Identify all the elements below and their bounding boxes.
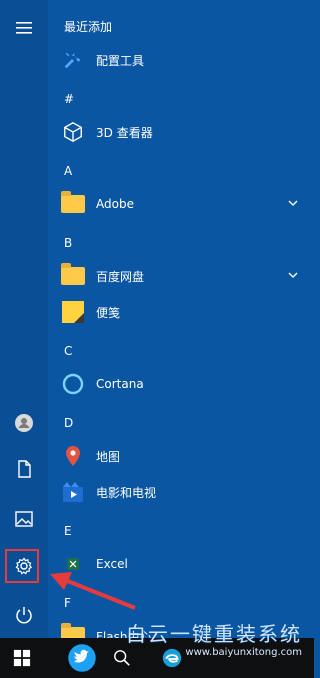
film-icon bbox=[60, 479, 86, 505]
hamburger-icon[interactable] bbox=[4, 10, 44, 46]
wrench-screwdriver-icon bbox=[60, 47, 86, 73]
app-label: 百度网盘 bbox=[96, 269, 145, 284]
app-label: Cortana bbox=[96, 377, 144, 391]
section-c: C bbox=[64, 344, 73, 358]
app-sticky-notes[interactable]: 便笺 bbox=[60, 295, 306, 329]
app-list: 最近添加 配置工具 # 3D 查看器 A Adobe B 百度网盘 便笺 C C… bbox=[48, 0, 314, 678]
app-label: 便笺 bbox=[96, 305, 121, 320]
section-f: F bbox=[64, 596, 71, 610]
app-movies-tv[interactable]: 电影和电视 bbox=[60, 475, 306, 509]
section-hash: # bbox=[64, 92, 75, 106]
excel-icon bbox=[60, 551, 86, 577]
windows-start-icon[interactable] bbox=[0, 638, 44, 678]
section-e: E bbox=[64, 524, 72, 538]
section-a: A bbox=[64, 164, 73, 178]
twitter-icon[interactable] bbox=[60, 638, 104, 678]
section-d: D bbox=[64, 416, 74, 430]
sticky-note-icon bbox=[60, 299, 86, 325]
app-label: 地图 bbox=[96, 449, 121, 464]
app-label: 电影和电视 bbox=[96, 485, 157, 500]
app-label: Adobe bbox=[96, 197, 134, 211]
cube-icon bbox=[60, 119, 86, 145]
section-b: B bbox=[64, 236, 73, 250]
app-adobe-folder[interactable]: Adobe bbox=[60, 187, 306, 221]
folder-icon bbox=[60, 263, 86, 289]
app-cortana[interactable]: Cortana bbox=[60, 367, 306, 401]
pictures-icon[interactable] bbox=[4, 501, 44, 537]
watermark-text: 白云一键重装系统 bbox=[126, 622, 302, 646]
document-icon[interactable] bbox=[4, 451, 44, 487]
cortana-ring-icon bbox=[60, 371, 86, 397]
left-rail bbox=[0, 0, 48, 678]
app-maps[interactable]: 地图 bbox=[60, 439, 306, 473]
app-baidu-folder[interactable]: 百度网盘 bbox=[60, 259, 306, 293]
chevron-down-icon[interactable] bbox=[286, 196, 300, 210]
chevron-down-icon[interactable] bbox=[286, 268, 300, 282]
folder-icon bbox=[60, 191, 86, 217]
app-3d-viewer[interactable]: 3D 查看器 bbox=[60, 115, 306, 149]
settings-icon[interactable] bbox=[4, 548, 44, 584]
app-label: 3D 查看器 bbox=[96, 125, 153, 140]
app-label: 配置工具 bbox=[96, 53, 145, 68]
section-recent: 最近添加 bbox=[64, 20, 113, 34]
app-excel[interactable]: Excel bbox=[60, 547, 306, 581]
user-icon[interactable] bbox=[4, 405, 44, 441]
watermark-url: www.baiyunxitong.com bbox=[185, 647, 302, 658]
map-pin-icon bbox=[60, 443, 86, 469]
app-config-tool[interactable]: 配置工具 bbox=[60, 43, 306, 77]
app-label: Excel bbox=[96, 557, 128, 571]
watermark: 白云一键重装系统 www.baiyunxitong.com bbox=[126, 618, 302, 658]
power-icon[interactable] bbox=[4, 597, 44, 633]
